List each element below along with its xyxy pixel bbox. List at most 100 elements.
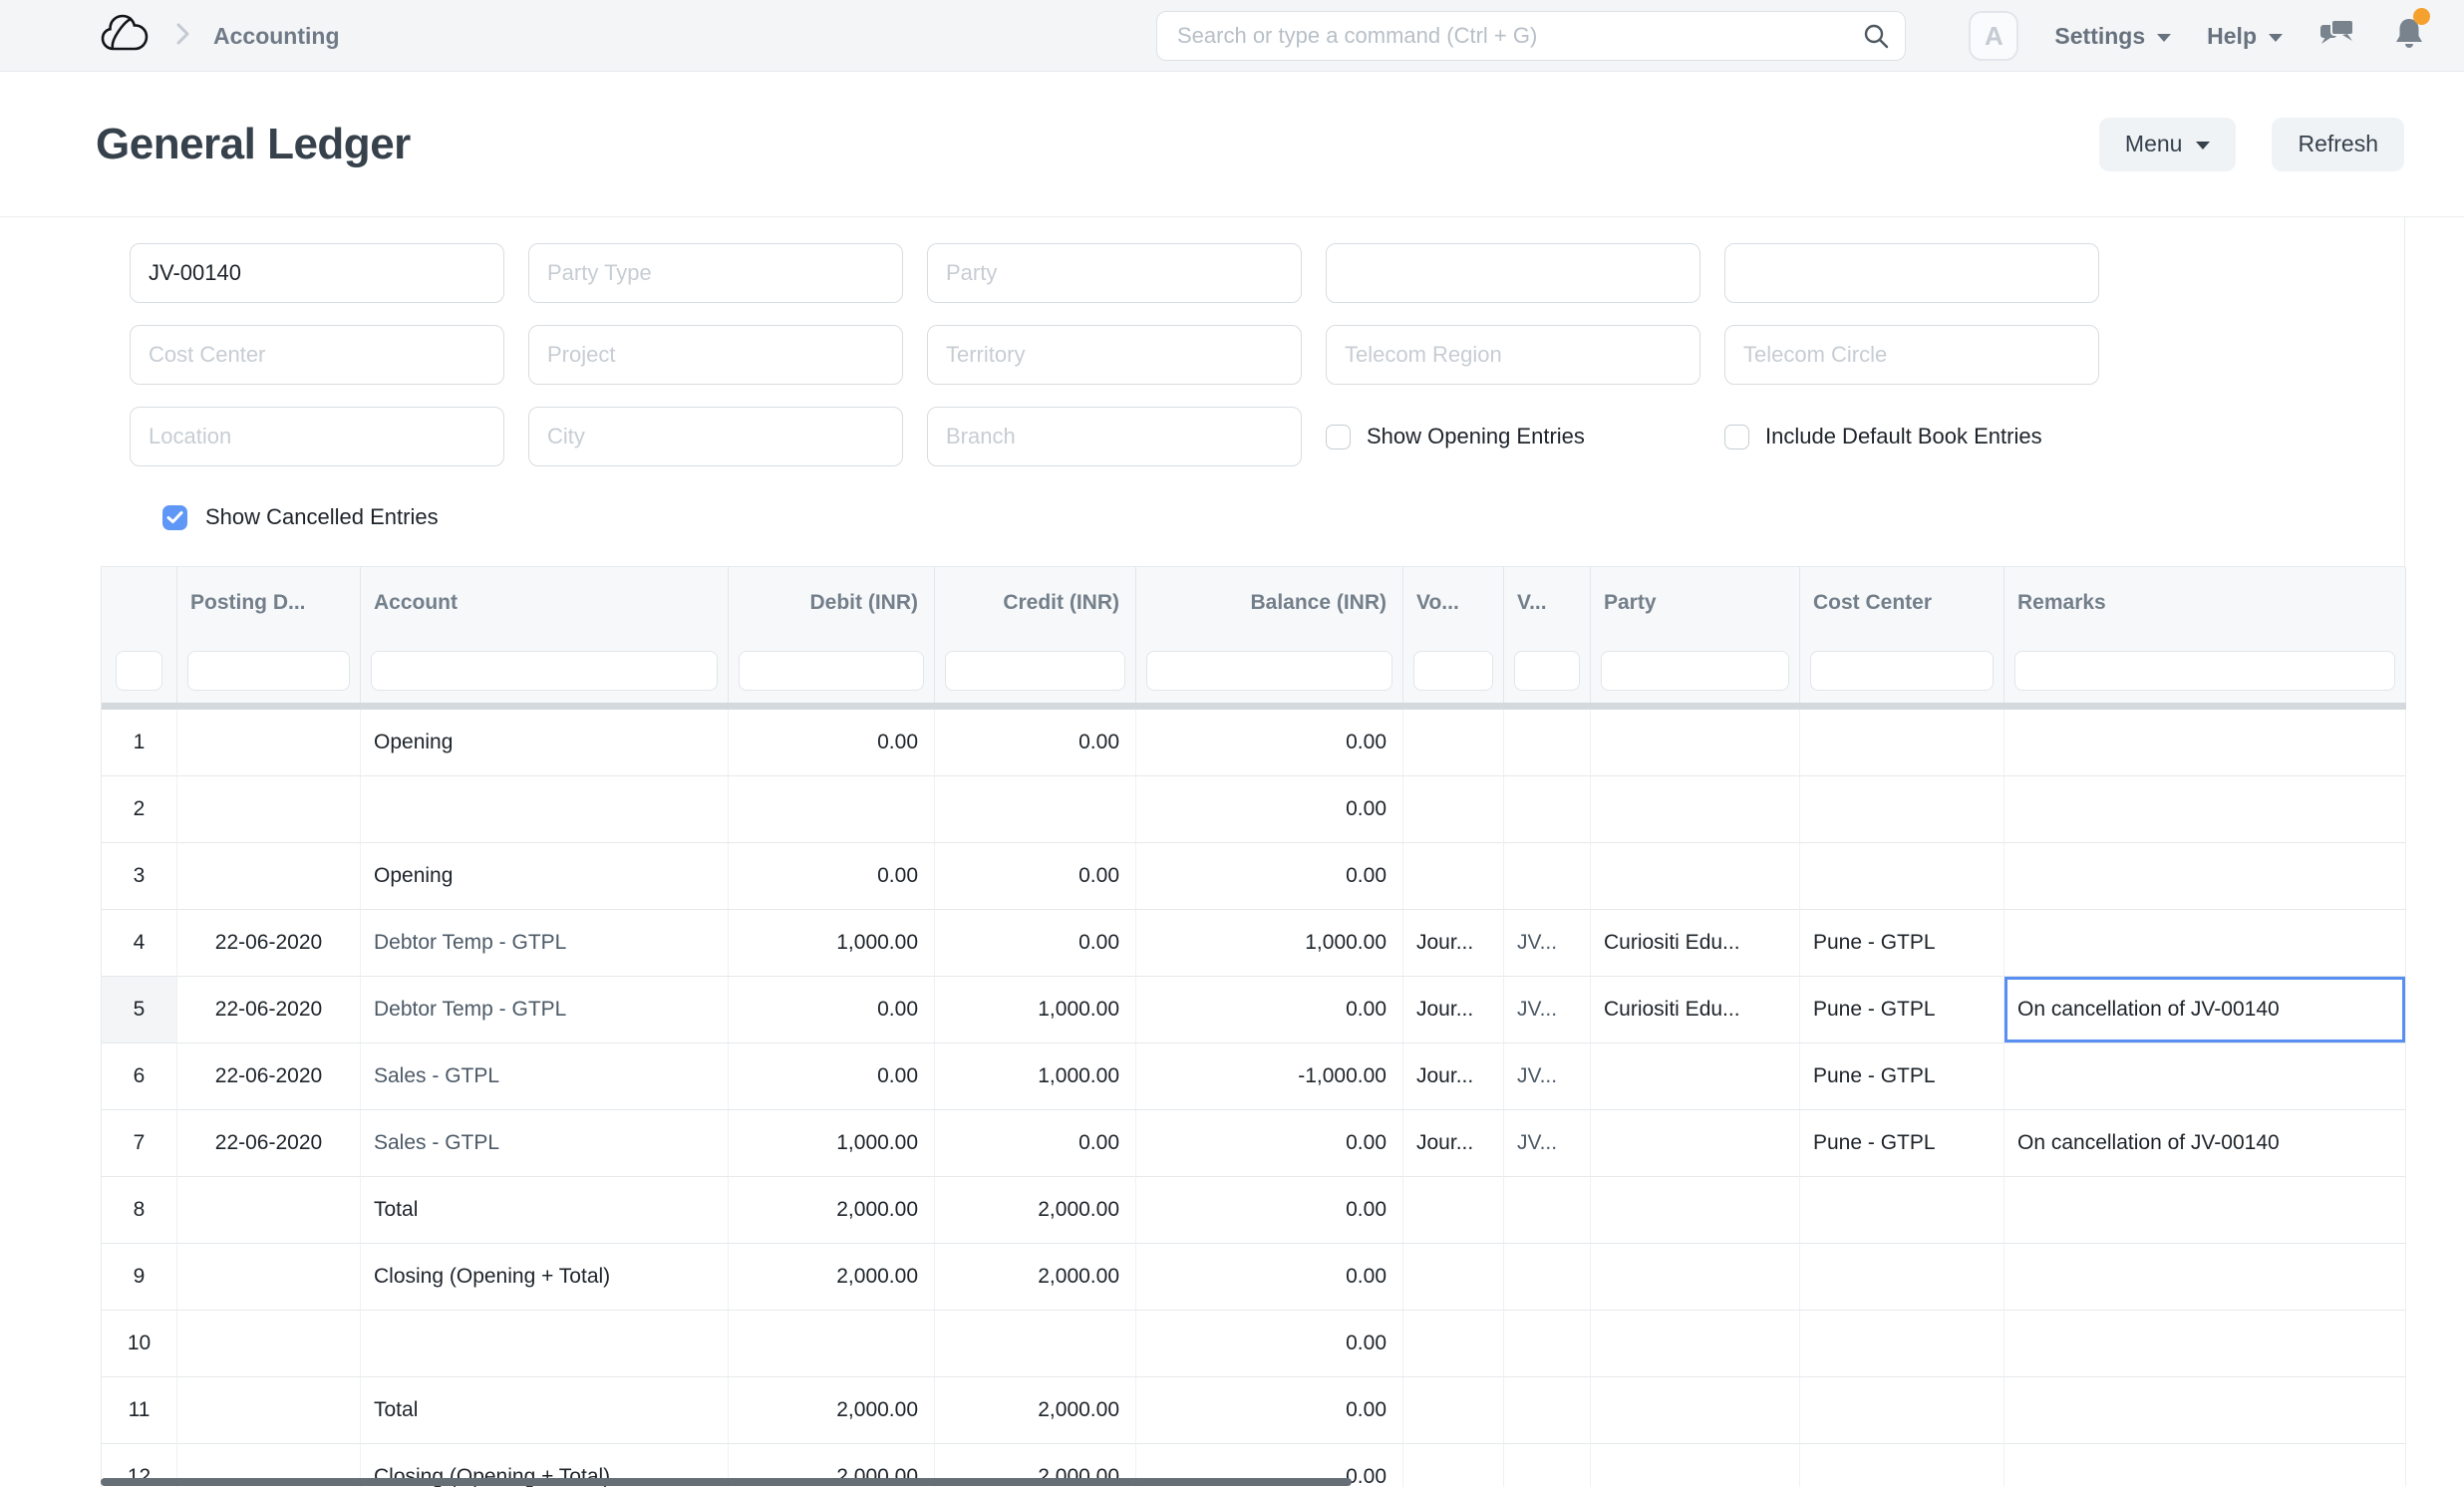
account-cell[interactable]: Opening (361, 710, 729, 776)
voucher-no-cell[interactable] (1504, 1244, 1591, 1311)
voucher-type-cell[interactable]: Jour... (1403, 977, 1504, 1043)
voucher-type-cell[interactable] (1403, 710, 1504, 776)
row-number-cell[interactable]: 6 (102, 1043, 177, 1110)
col-header-debit[interactable]: Debit (INR) (729, 567, 935, 639)
row-number-cell[interactable]: 10 (102, 1311, 177, 1377)
column-filter-input[interactable] (1413, 651, 1493, 691)
posting-date-cell[interactable] (177, 776, 361, 843)
voucher-no-filter[interactable] (130, 243, 504, 303)
territory-filter[interactable] (927, 325, 1302, 385)
party-cell[interactable] (1591, 1377, 1800, 1444)
party-filter[interactable] (927, 243, 1302, 303)
debit-cell[interactable]: 1,000.00 (729, 910, 935, 977)
posting-date-cell[interactable] (177, 1244, 361, 1311)
horizontal-scrollbar-thumb[interactable] (101, 1478, 1352, 1486)
voucher-no-cell[interactable] (1504, 1444, 1591, 1487)
balance-cell[interactable]: 0.00 (1136, 710, 1403, 776)
party-cell[interactable] (1591, 1177, 1800, 1244)
cost-center-cell[interactable]: Pune - GTPL (1800, 1043, 2004, 1110)
account-cell[interactable]: Total (361, 1177, 729, 1244)
party-cell[interactable] (1591, 1043, 1800, 1110)
account-cell[interactable]: Closing (Opening + Total) (361, 1244, 729, 1311)
cost-center-cell[interactable] (1800, 776, 2004, 843)
voucher-no-cell[interactable]: JV... (1504, 910, 1591, 977)
column-filter-input[interactable] (1810, 651, 1994, 691)
cost-center-cell[interactable] (1800, 1311, 2004, 1377)
refresh-button[interactable]: Refresh (2272, 118, 2404, 171)
debit-cell[interactable] (729, 776, 935, 843)
posting-date-cell[interactable] (177, 710, 361, 776)
credit-cell[interactable]: 2,000.00 (935, 1377, 1136, 1444)
remarks-cell[interactable] (2004, 843, 2406, 910)
debit-cell[interactable]: 2,000.00 (729, 1177, 935, 1244)
posting-date-cell[interactable]: 22-06-2020 (177, 1043, 361, 1110)
account-cell[interactable] (361, 1311, 729, 1377)
credit-cell[interactable]: 2,000.00 (935, 1177, 1136, 1244)
balance-cell[interactable]: 0.00 (1136, 1311, 1403, 1377)
debit-cell[interactable]: 0.00 (729, 977, 935, 1043)
remarks-cell[interactable] (2004, 1177, 2406, 1244)
posting-date-cell[interactable]: 22-06-2020 (177, 910, 361, 977)
voucher-no-cell[interactable]: JV... (1504, 1043, 1591, 1110)
cloud-logo-icon[interactable] (100, 12, 152, 61)
telecom-circle-filter[interactable] (1724, 325, 2099, 385)
location-filter[interactable] (130, 407, 504, 466)
voucher-type-cell[interactable] (1403, 1177, 1504, 1244)
notifications-bell[interactable] (2392, 16, 2426, 57)
debit-cell[interactable]: 1,000.00 (729, 1110, 935, 1177)
party-cell[interactable] (1591, 1110, 1800, 1177)
col-header-voucher-no[interactable]: V... (1504, 567, 1591, 639)
credit-cell[interactable]: 2,000.00 (935, 1244, 1136, 1311)
party-cell[interactable]: Curiositi Edu... (1591, 977, 1800, 1043)
voucher-type-cell[interactable] (1403, 1444, 1504, 1487)
posting-date-cell[interactable] (177, 1177, 361, 1244)
account-cell[interactable]: Debtor Temp - GTPL (361, 910, 729, 977)
col-header-index[interactable] (102, 567, 177, 639)
voucher-no-cell[interactable] (1504, 776, 1591, 843)
remarks-cell[interactable] (2004, 776, 2406, 843)
credit-cell[interactable]: 1,000.00 (935, 977, 1136, 1043)
cost-center-cell[interactable] (1800, 1377, 2004, 1444)
party-cell[interactable] (1591, 1444, 1800, 1487)
chat-icon[interactable] (2318, 17, 2356, 56)
credit-cell[interactable] (935, 776, 1136, 843)
row-number-cell[interactable]: 2 (102, 776, 177, 843)
remarks-cell[interactable] (2004, 1043, 2406, 1110)
debit-cell[interactable]: 0.00 (729, 843, 935, 910)
voucher-type-cell[interactable]: Jour... (1403, 910, 1504, 977)
cost-center-cell[interactable] (1800, 1244, 2004, 1311)
col-header-posting-date[interactable]: Posting D... (177, 567, 361, 639)
posting-date-cell[interactable]: 22-06-2020 (177, 1110, 361, 1177)
col-header-credit[interactable]: Credit (INR) (935, 567, 1136, 639)
menu-button[interactable]: Menu (2099, 118, 2237, 171)
credit-cell[interactable]: 0.00 (935, 843, 1136, 910)
balance-cell[interactable]: 0.00 (1136, 977, 1403, 1043)
show-opening-entries-checkbox[interactable] (1326, 425, 1351, 449)
remarks-cell[interactable] (2004, 1244, 2406, 1311)
voucher-no-cell[interactable]: JV... (1504, 977, 1591, 1043)
voucher-no-cell[interactable] (1504, 843, 1591, 910)
column-filter-input[interactable] (187, 651, 350, 691)
col-header-account[interactable]: Account (361, 567, 729, 639)
include-default-book-entries-checkbox[interactable] (1724, 425, 1749, 449)
column-filter-input[interactable] (371, 651, 718, 691)
voucher-no-cell[interactable] (1504, 1377, 1591, 1444)
credit-cell[interactable]: 1,000.00 (935, 1043, 1136, 1110)
voucher-type-cell[interactable] (1403, 1377, 1504, 1444)
row-number-cell[interactable]: 7 (102, 1110, 177, 1177)
cost-center-filter[interactable] (130, 325, 504, 385)
extra-filter-1[interactable] (1326, 243, 1700, 303)
credit-cell[interactable] (935, 1311, 1136, 1377)
party-cell[interactable] (1591, 776, 1800, 843)
column-filter-input[interactable] (945, 651, 1125, 691)
voucher-type-cell[interactable] (1403, 776, 1504, 843)
balance-cell[interactable]: -1,000.00 (1136, 1043, 1403, 1110)
account-cell[interactable]: Sales - GTPL (361, 1110, 729, 1177)
posting-date-cell[interactable] (177, 1311, 361, 1377)
party-type-filter[interactable] (528, 243, 903, 303)
party-cell[interactable] (1591, 710, 1800, 776)
account-cell[interactable]: Total (361, 1377, 729, 1444)
credit-cell[interactable]: 0.00 (935, 710, 1136, 776)
cost-center-cell[interactable]: Pune - GTPL (1800, 1110, 2004, 1177)
col-header-voucher-type[interactable]: Vo... (1403, 567, 1504, 639)
